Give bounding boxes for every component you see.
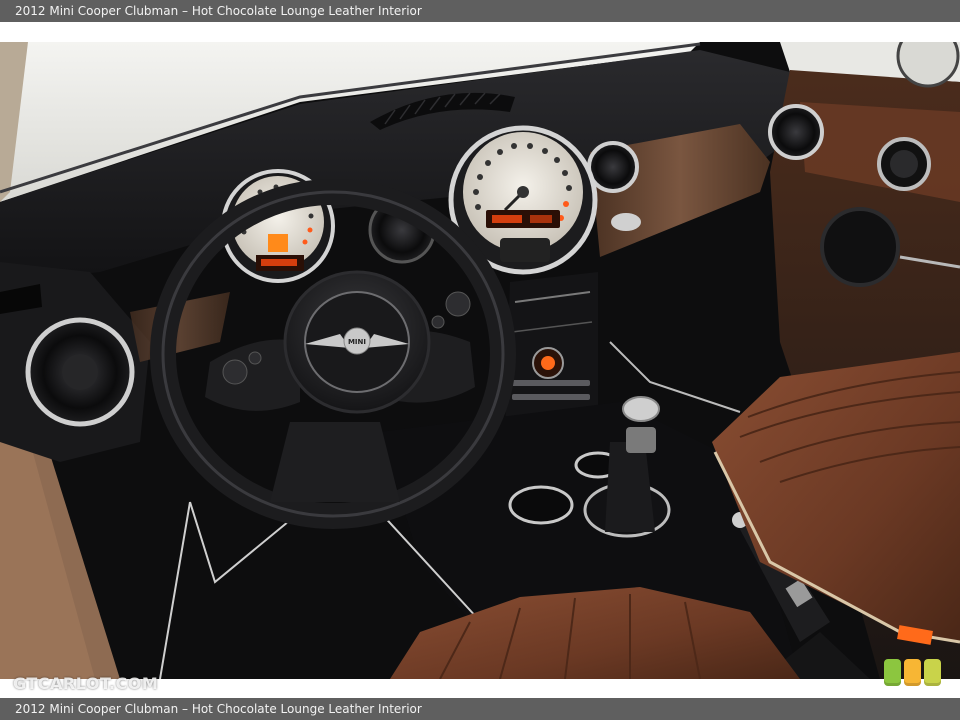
center-right-vent (587, 141, 639, 193)
image-caption-bottom: 2012 Mini Cooper Clubman – Hot Chocolate… (0, 698, 960, 720)
tacho-warning-light (268, 234, 288, 252)
side-mirror (896, 42, 960, 88)
dash-right-vent (768, 104, 824, 160)
interior-photo: MINI (0, 42, 960, 679)
rating-badges (884, 659, 941, 686)
gear-knob (626, 427, 656, 453)
door-speaker (820, 207, 900, 287)
image-caption-top: 2012 Mini Cooper Clubman – Hot Chocolate… (0, 0, 960, 22)
watermark: GTCARLOT.COM (13, 674, 159, 693)
mini-logo-text: MINI (348, 338, 366, 346)
start-button (611, 213, 641, 231)
rating-badge-yellow (924, 659, 941, 686)
cupholder-left (508, 485, 574, 525)
interior-illustration: MINI (0, 42, 960, 679)
rating-badge-orange (904, 659, 921, 686)
rating-badge-green (884, 659, 901, 686)
